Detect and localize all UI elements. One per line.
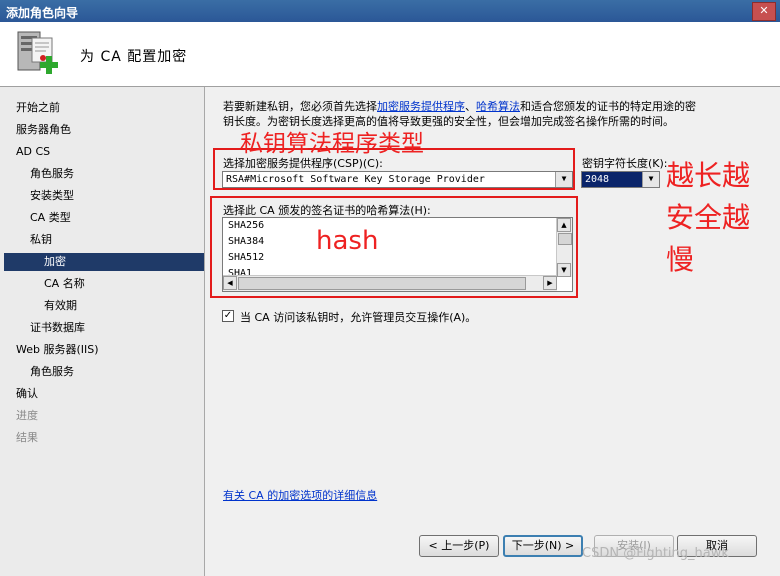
next-button[interactable]: 下一步(N) > <box>503 535 583 557</box>
allow-admin-interaction-label: 当 CA 访问该私钥时，允许管理员交互操作(A)。 <box>240 311 477 324</box>
csp-annotation-note: 私钥算法程序类型 <box>240 131 424 157</box>
sidebar-item-web-server-iis[interactable]: Web 服务器(IIS) <box>16 341 99 359</box>
sidebar-item-ca-name[interactable]: CA 名称 <box>44 275 85 293</box>
allow-admin-interaction-checkbox[interactable]: ✓ <box>222 310 234 322</box>
key-length-select[interactable]: 2048 ▼ <box>581 171 660 188</box>
hash-annotation-box <box>210 196 578 298</box>
back-button[interactable]: < 上一步(P) <box>419 535 499 557</box>
key-length-label: 密钥字符长度(K): <box>582 157 668 170</box>
sidebar-item-before-you-begin[interactable]: 开始之前 <box>16 99 60 117</box>
hash-annotation-note: hash <box>316 226 379 256</box>
sidebar-item-ad-cs[interactable]: AD CS <box>16 143 50 161</box>
hash-help-link[interactable]: 哈希算法 <box>476 100 520 113</box>
key-length-annotation-line3: 慢 <box>666 243 695 276</box>
sidebar-item-setup-type[interactable]: 安装类型 <box>30 187 74 205</box>
sidebar-item-validity-period[interactable]: 有效期 <box>44 297 77 315</box>
sidebar-item-server-roles[interactable]: 服务器角色 <box>16 121 71 139</box>
sidebar-item-confirmation[interactable]: 确认 <box>16 385 38 403</box>
key-length-annotation-line1: 越长越 <box>666 159 751 192</box>
sidebar-item-iis-role-services[interactable]: 角色服务 <box>30 363 74 381</box>
description-text-part: 和适合您颁发的证书的特定用途的密 <box>520 100 696 113</box>
key-length-value: 2048 <box>585 174 610 185</box>
sidebar-item-ca-type[interactable]: CA 类型 <box>30 209 71 227</box>
sidebar-item-cryptography[interactable]: 加密 <box>4 253 204 271</box>
page-title: 为 CA 配置加密 <box>80 49 188 65</box>
window-titlebar: 添加角色向导 ✕ <box>0 0 780 22</box>
server-certificate-icon <box>17 31 58 74</box>
sidebar-item-results: 结果 <box>16 431 38 444</box>
sidebar-item-role-services[interactable]: 角色服务 <box>30 165 74 183</box>
csp-help-link[interactable]: 加密服务提供程序 <box>377 100 465 113</box>
crypto-options-info-link[interactable]: 有关 CA 的加密选项的详细信息 <box>223 487 377 503</box>
wizard-step-list: 开始之前 服务器角色 AD CS 角色服务 安装类型 CA 类型 私钥 加密 C… <box>0 87 205 576</box>
close-button[interactable]: ✕ <box>752 2 776 21</box>
sidebar-item-private-key[interactable]: 私钥 <box>30 231 52 249</box>
watermark: CSDN @Fighting_hawk <box>582 546 729 561</box>
wizard-header: 为 CA 配置加密 <box>0 22 780 87</box>
window-title: 添加角色向导 <box>6 6 79 20</box>
description-text-part: 若要新建私钥，您必须首先选择 <box>223 100 377 113</box>
sidebar-item-progress: 进度 <box>16 409 38 422</box>
chevron-down-icon[interactable]: ▼ <box>642 172 659 187</box>
sidebar-item-certificate-database[interactable]: 证书数据库 <box>30 319 85 337</box>
key-length-annotation-line2: 安全越 <box>666 201 751 234</box>
description-separator: 、 <box>465 100 476 113</box>
